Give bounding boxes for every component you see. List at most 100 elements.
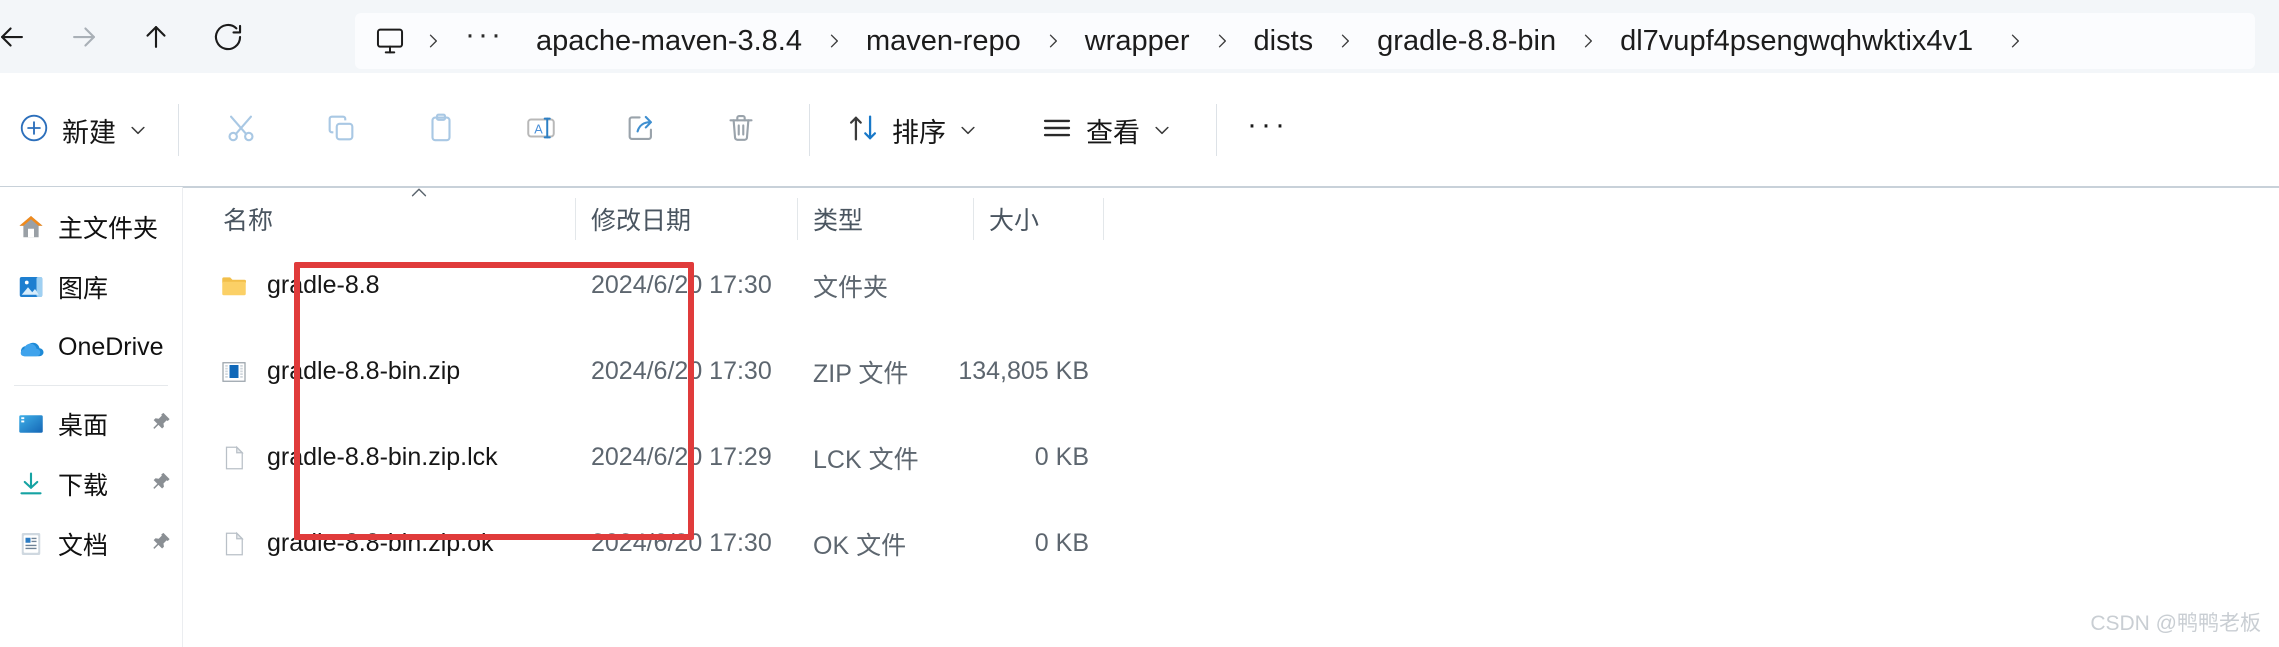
paste-button[interactable] xyxy=(407,99,475,161)
column-header-date-label: 修改日期 xyxy=(591,207,692,235)
row-spacer xyxy=(183,479,2279,522)
file-size-cell: 0 KB xyxy=(1034,443,1089,471)
chevron-down-icon[interactable] xyxy=(958,120,978,140)
breadcrumb-overflow-button[interactable]: ··· xyxy=(459,18,510,64)
column-header-date[interactable]: 修改日期 xyxy=(575,188,797,250)
sidebar-item-home[interactable]: 主文件夹 xyxy=(14,205,182,249)
pin-icon[interactable] xyxy=(150,411,172,438)
file-name-cell[interactable]: gradle-8.8-bin.zip.lck xyxy=(183,443,575,473)
file-type-cell: LCK 文件 xyxy=(813,445,919,474)
rename-icon: A xyxy=(524,111,558,150)
trash-icon xyxy=(724,111,758,150)
breadcrumb-item-gradle-bin[interactable]: gradle-8.8-bin xyxy=(1371,21,1562,62)
pin-icon[interactable] xyxy=(150,471,172,498)
row-spacer xyxy=(183,393,2279,436)
cut-button[interactable] xyxy=(207,99,275,161)
sidebar-item-gallery[interactable]: 图库 xyxy=(14,265,182,309)
address-bar[interactable]: ··· apache-maven-3.8.4 maven-repo wrappe… xyxy=(355,13,2255,69)
table-row[interactable]: gradle-8.8-bin.zip.ok 2024/6/20 17:30 OK… xyxy=(183,522,2279,565)
file-type-cell: OK 文件 xyxy=(813,531,907,560)
sidebar-item-documents[interactable]: 文档 xyxy=(14,522,182,566)
sort-button-label: 排序 xyxy=(892,117,946,148)
breadcrumb-item-dists[interactable]: dists xyxy=(1248,21,1320,62)
column-divider xyxy=(797,198,798,240)
file-name-label: gradle-8.8-bin.zip.ok xyxy=(267,529,494,557)
file-name-cell[interactable]: gradle-8.8-bin.zip.ok xyxy=(183,529,575,559)
column-header-trailing xyxy=(1103,188,1163,250)
plus-circle-icon xyxy=(18,112,50,149)
chevron-down-icon[interactable] xyxy=(1152,120,1172,140)
file-type-cell: 文件夹 xyxy=(813,273,889,302)
sort-button[interactable]: 排序 xyxy=(832,99,992,161)
breadcrumb-item-maven-repo[interactable]: maven-repo xyxy=(860,21,1027,62)
sort-ascending-icon xyxy=(408,184,430,200)
breadcrumb-separator xyxy=(407,28,459,54)
file-date-cell: 2024/6/20 17:30 xyxy=(591,357,772,385)
new-button-label: 新建 xyxy=(62,117,116,148)
share-icon xyxy=(624,111,658,150)
sidebar-item-downloads[interactable]: 下载 xyxy=(14,462,182,506)
file-name-label: gradle-8.8-bin.zip.lck xyxy=(267,443,498,471)
table-row[interactable]: gradle-8.8 2024/6/20 17:30 文件夹 xyxy=(183,264,2279,307)
new-button[interactable]: 新建 xyxy=(4,99,162,161)
more-options-button[interactable]: ··· xyxy=(1233,108,1303,152)
file-list-pane: 名称 修改日期 类型 大小 gradle-8.8 2024/6/20 17:30… xyxy=(183,188,2279,647)
view-button-label: 查看 xyxy=(1086,117,1140,148)
column-header-type[interactable]: 类型 xyxy=(797,188,973,250)
watermark: CSDN @鸭鸭老板 xyxy=(2090,612,2261,635)
up-button[interactable] xyxy=(120,11,192,63)
breadcrumb-separator-end[interactable] xyxy=(1979,28,2041,54)
copy-button[interactable] xyxy=(307,99,375,161)
toolbar-divider xyxy=(1216,104,1217,156)
share-button[interactable] xyxy=(607,99,675,161)
downloads-icon xyxy=(14,467,48,501)
breadcrumb-item-hash[interactable]: dl7vupf4psengwqhwktix4v1 xyxy=(1614,21,1979,62)
breadcrumb-item-wrapper[interactable]: wrapper xyxy=(1079,21,1196,62)
column-header-size-label: 大小 xyxy=(989,207,1040,235)
row-spacer xyxy=(183,307,2279,350)
folder-icon xyxy=(219,271,249,301)
breadcrumb-separator xyxy=(1027,28,1079,54)
file-date-cell: 2024/6/20 17:29 xyxy=(591,443,772,471)
file-explorer-window: ··· apache-maven-3.8.4 maven-repo wrappe… xyxy=(0,0,2279,647)
file-name-cell[interactable]: gradle-8.8-bin.zip xyxy=(183,357,575,387)
zip-file-icon xyxy=(219,357,249,387)
sidebar-label-onedrive: OneDrive xyxy=(58,332,164,361)
delete-button[interactable] xyxy=(707,99,775,161)
command-toolbar: 新建 A 排序 查看 ··· xyxy=(0,73,2279,187)
scissors-icon xyxy=(224,111,258,150)
rename-button[interactable]: A xyxy=(507,99,575,161)
file-date-cell: 2024/6/20 17:30 xyxy=(591,529,772,557)
back-button[interactable] xyxy=(0,11,48,63)
breadcrumb-separator xyxy=(1562,28,1614,54)
chevron-down-icon[interactable] xyxy=(128,120,148,140)
pin-icon[interactable] xyxy=(150,531,172,558)
documents-icon xyxy=(14,527,48,561)
generic-file-icon xyxy=(219,529,249,559)
column-divider xyxy=(973,198,974,240)
this-pc-icon[interactable] xyxy=(373,24,407,58)
view-list-icon xyxy=(1040,111,1074,150)
table-row[interactable]: gradle-8.8-bin.zip.lck 2024/6/20 17:29 L… xyxy=(183,436,2279,479)
onedrive-cloud-icon xyxy=(14,330,48,364)
sidebar-label-home: 主文件夹 xyxy=(58,215,159,243)
gallery-icon xyxy=(14,270,48,304)
column-header-row: 名称 修改日期 类型 大小 xyxy=(183,188,2279,250)
file-rows: gradle-8.8 2024/6/20 17:30 文件夹 gradle-8.… xyxy=(183,264,2279,565)
navigation-sidebar: 主文件夹 图库 OneDrive 桌面 下载 文档 xyxy=(0,187,182,647)
column-header-size[interactable]: 大小 xyxy=(973,188,1103,250)
forward-button[interactable] xyxy=(48,11,120,63)
generic-file-icon xyxy=(219,443,249,473)
sidebar-item-desktop[interactable]: 桌面 xyxy=(14,402,182,446)
refresh-button[interactable] xyxy=(192,11,264,63)
view-button[interactable]: 查看 xyxy=(1026,99,1186,161)
svg-text:A: A xyxy=(534,121,543,136)
breadcrumb-item-apache-maven[interactable]: apache-maven-3.8.4 xyxy=(530,21,808,62)
column-header-type-label: 类型 xyxy=(813,207,864,235)
file-name-label: gradle-8.8-bin.zip xyxy=(267,357,461,385)
breadcrumb-separator xyxy=(1319,28,1371,54)
file-name-cell[interactable]: gradle-8.8 xyxy=(183,271,575,301)
sidebar-item-onedrive[interactable]: OneDrive xyxy=(14,325,182,369)
column-header-name[interactable]: 名称 xyxy=(183,188,575,250)
table-row[interactable]: gradle-8.8-bin.zip 2024/6/20 17:30 ZIP 文… xyxy=(183,350,2279,393)
